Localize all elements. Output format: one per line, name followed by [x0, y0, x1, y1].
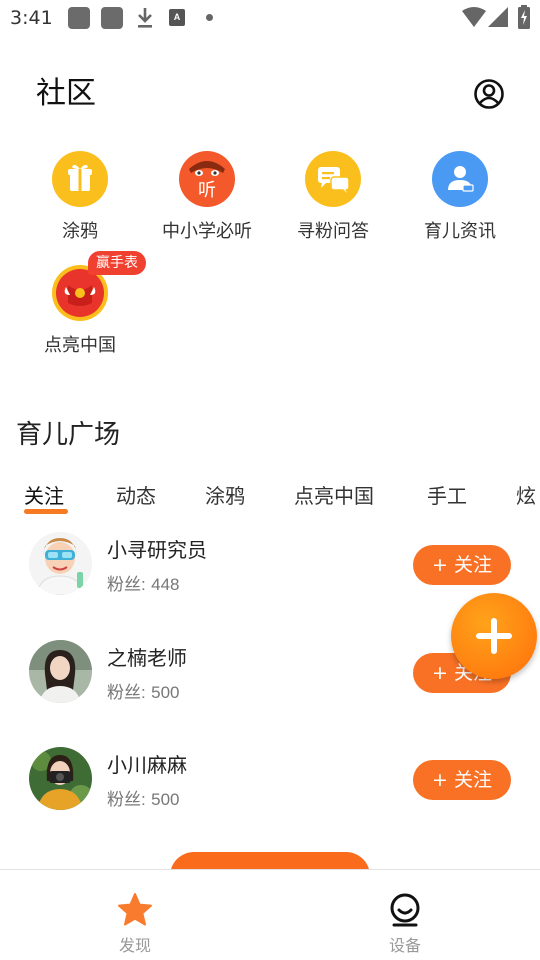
download-icon: [138, 8, 152, 28]
battery-icon: [518, 5, 530, 29]
tab-doodle[interactable]: 涂鸦: [205, 480, 245, 509]
follow-button[interactable]: + 关注: [413, 545, 511, 585]
tab-show[interactable]: 炫: [516, 480, 536, 509]
star-icon: [118, 893, 152, 926]
promo-badge: 赢手表: [88, 251, 146, 275]
app-notification-icon: [101, 7, 123, 29]
create-post-button[interactable]: [451, 593, 537, 679]
nav-item-discover[interactable]: 发现: [55, 870, 215, 960]
svg-text:听: 听: [198, 180, 216, 201]
shortcut-label: 育儿资讯: [424, 221, 496, 242]
avatar: [29, 640, 92, 703]
avatar: [29, 747, 92, 810]
user-name: 小寻研究员: [107, 538, 207, 562]
section-title: 育儿广场: [16, 420, 121, 450]
page-title: 社区: [36, 76, 96, 111]
shortcut-label: 寻粉问答: [297, 221, 369, 242]
listen-mascot-icon: 听: [179, 151, 235, 207]
avatar: [29, 532, 92, 595]
nav-label: 发现: [118, 936, 151, 955]
user-name: 之楠老师: [107, 646, 187, 670]
user-name: 小川麻麻: [107, 753, 187, 777]
font-notification-icon: A: [169, 9, 185, 26]
shortcut-light-china[interactable]: 点亮中国: [15, 265, 145, 357]
app-notification-icon: [68, 7, 90, 29]
bottom-nav: 发现 设备: [0, 869, 540, 960]
active-tab-indicator: [24, 509, 68, 514]
status-time: 3:41: [10, 7, 53, 29]
shortcut-doodle[interactable]: 涂鸦: [15, 151, 145, 243]
tab-light-china[interactable]: 点亮中国: [294, 480, 374, 509]
shortcut-qa[interactable]: 寻粉问答: [268, 151, 398, 243]
follow-button[interactable]: + 关注: [413, 760, 511, 800]
shortcut-listen[interactable]: 听 中小学必听: [142, 151, 272, 243]
shortcut-label: 涂鸦: [62, 221, 98, 242]
status-bar: 3:41 A: [0, 0, 540, 36]
chat-bubble-icon: [305, 151, 361, 207]
category-tabs: 关注 动态 涂鸦 点亮中国 手工 炫: [0, 476, 540, 516]
signal-icon: [488, 7, 508, 27]
nav-label: 设备: [388, 936, 421, 955]
user-fans: 粉丝: 500: [107, 683, 180, 702]
tab-follow[interactable]: 关注: [24, 480, 64, 509]
plus-icon: [476, 618, 512, 654]
shortcut-parenting-info[interactable]: 育儿资讯: [395, 151, 525, 243]
user-fans: 粉丝: 448: [107, 575, 180, 594]
more-notifications-icon: [206, 14, 213, 21]
list-item[interactable]: 小川麻麻 粉丝: 500 + 关注: [0, 747, 540, 837]
tab-handcraft[interactable]: 手工: [427, 480, 467, 509]
nav-item-device[interactable]: 设备: [325, 870, 485, 960]
tab-updates[interactable]: 动态: [116, 480, 156, 509]
gift-icon: [52, 151, 108, 207]
wifi-icon: [462, 7, 486, 27]
device-icon: [390, 893, 420, 927]
parenting-info-icon: [432, 151, 488, 207]
profile-icon[interactable]: [473, 78, 505, 110]
user-fans: 粉丝: 500: [107, 790, 180, 809]
shortcut-label: 点亮中国: [44, 335, 116, 356]
shortcut-label: 中小学必听: [162, 221, 252, 242]
